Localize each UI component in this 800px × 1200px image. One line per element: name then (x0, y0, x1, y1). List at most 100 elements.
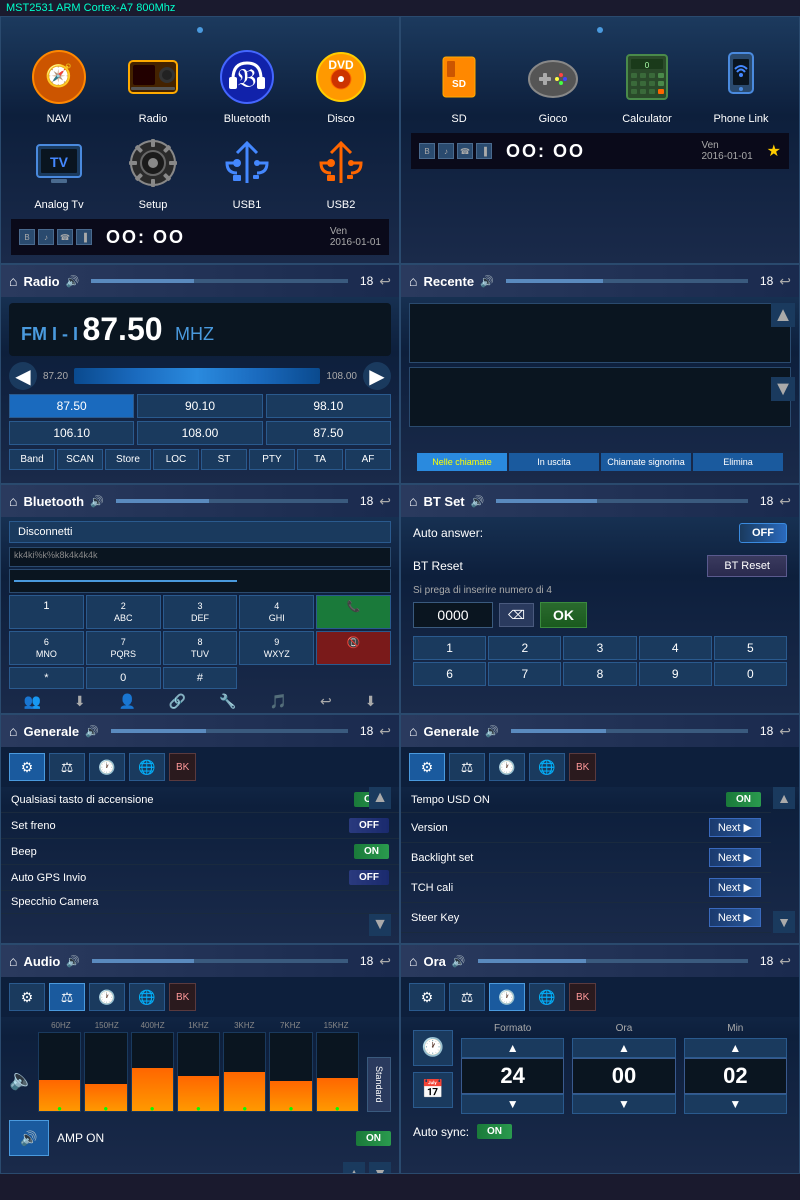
recente-home-icon[interactable]: ⌂ (409, 273, 417, 289)
btset-pin-box[interactable]: 0000 (413, 602, 493, 628)
radio-preset-5[interactable]: 87.50 (266, 421, 391, 445)
radio-loc-btn[interactable]: LOC (153, 449, 199, 470)
ora-hora-down[interactable]: ▼ (572, 1094, 675, 1114)
app-usb2[interactable]: USB2 (297, 131, 385, 211)
bt-key-star[interactable]: * (9, 667, 84, 689)
recente-nav-down[interactable]: ▼ (771, 377, 795, 401)
ora-tab-eq[interactable]: ⚖ (449, 983, 485, 1011)
btset-num-9[interactable]: 9 (639, 662, 712, 686)
bt-key-9[interactable]: 9WXYZ (239, 631, 314, 665)
gen-left-tab-globe[interactable]: 🌐 (129, 753, 165, 781)
audio-home-icon[interactable]: ⌂ (9, 953, 17, 969)
gen-left-tab-eq[interactable]: ⚖ (49, 753, 85, 781)
ora-volume-icon[interactable]: 🔊 (452, 955, 466, 968)
recente-tab-uscita[interactable]: In uscita (509, 453, 599, 471)
btset-reset-btn[interactable]: BT Reset (707, 555, 787, 577)
app-radio[interactable]: Radio (109, 45, 197, 125)
gen-right-next-backlight[interactable]: Next ▶ (709, 848, 761, 867)
app-usb1[interactable]: USB1 (203, 131, 291, 211)
gen-right-back-icon[interactable]: ↩ (779, 723, 791, 740)
bt-icon-wrench[interactable]: 🔧 (219, 693, 236, 710)
btset-num-6[interactable]: 6 (413, 662, 486, 686)
eq-slider-5[interactable]: ● (269, 1032, 312, 1112)
radio-preset-3[interactable]: 106.10 (9, 421, 134, 445)
gen-right-next-version[interactable]: Next ▶ (709, 818, 761, 837)
gen-left-tab-clock[interactable]: 🕐 (89, 753, 125, 781)
app-navi[interactable]: 🧭 NAVI (15, 45, 103, 125)
eq-standard-btn[interactable]: Standard (367, 1057, 391, 1112)
ora-auto-sync-toggle[interactable]: ON (477, 1124, 512, 1139)
bt-icon-person[interactable]: 👤 (119, 693, 136, 710)
audio-volume-slider[interactable] (92, 959, 348, 963)
radio-ta-btn[interactable]: TA (297, 449, 343, 470)
ora-tab-globe[interactable]: 🌐 (529, 983, 565, 1011)
audio-tab-clock[interactable]: 🕐 (89, 983, 125, 1011)
gen-right-next-steer[interactable]: Next ▶ (709, 908, 761, 927)
audio-scroll-down[interactable]: ▼ (369, 1162, 391, 1174)
gen-left-toggle-2[interactable]: ON (354, 844, 389, 859)
ora-tab-clock[interactable]: 🕐 (489, 983, 525, 1011)
radio-preset-0[interactable]: 87.50 (9, 394, 134, 418)
ora-hora-up[interactable]: ▲ (572, 1038, 675, 1058)
gen-left-vol-icon[interactable]: 🔊 (85, 725, 99, 738)
bt-text-input[interactable] (9, 569, 391, 593)
eq-slider-0[interactable]: ● (38, 1032, 81, 1112)
gen-left-tab-bk[interactable]: BK (169, 753, 196, 781)
gen-right-scroll-down[interactable]: ▼ (773, 911, 795, 933)
bt-icon-download[interactable]: ⬇ (365, 693, 377, 710)
bt-icon-back[interactable]: ↩ (320, 693, 332, 710)
bt-key-hash[interactable]: # (163, 667, 238, 689)
btset-num-4[interactable]: 4 (639, 636, 712, 660)
radio-store-btn[interactable]: Store (105, 449, 151, 470)
ora-min-down[interactable]: ▼ (684, 1094, 787, 1114)
gen-left-back-icon[interactable]: ↩ (379, 723, 391, 740)
audio-back-icon[interactable]: ↩ (379, 953, 391, 970)
bt-icon-link[interactable]: 🔗 (169, 693, 186, 710)
bt-key-8[interactable]: 8TUV (163, 631, 238, 665)
recente-nav-up[interactable]: ▲ (771, 303, 795, 327)
bt-key-4[interactable]: 4GHI (239, 595, 314, 629)
app-sd[interactable]: SD SD (415, 45, 503, 125)
eq-slider-4[interactable]: ● (223, 1032, 266, 1112)
radio-af-btn[interactable]: AF (345, 449, 391, 470)
radio-volume-slider[interactable] (91, 279, 348, 283)
ora-clock-btn[interactable]: 🕐 (413, 1030, 453, 1066)
gen-right-next-tch[interactable]: Next ▶ (709, 878, 761, 897)
amp-toggle[interactable]: ON (356, 1131, 391, 1146)
gen-left-tab-settings[interactable]: ⚙ (9, 753, 45, 781)
bt-key-0[interactable]: 0 (86, 667, 161, 689)
recente-tab-nelle[interactable]: Nelle chiamate (417, 453, 507, 471)
recente-tab-signorina[interactable]: Chiamate signorina (601, 453, 691, 471)
radio-preset-1[interactable]: 90.10 (137, 394, 262, 418)
radio-preset-4[interactable]: 108.00 (137, 421, 262, 445)
ora-formato-down[interactable]: ▼ (461, 1094, 564, 1114)
audio-scroll-up[interactable]: ▲ (343, 1162, 365, 1174)
btset-volume-slider[interactable] (496, 499, 748, 503)
radio-pty-btn[interactable]: PTY (249, 449, 295, 470)
radio-st-btn[interactable]: ST (201, 449, 247, 470)
gen-left-vol-slider[interactable] (111, 729, 348, 733)
bt-key-2[interactable]: 2ABC (86, 595, 161, 629)
gen-right-tab-bk[interactable]: BK (569, 753, 596, 781)
gen-right-tab-eq[interactable]: ⚖ (449, 753, 485, 781)
btset-num-3[interactable]: 3 (563, 636, 636, 660)
radio-home-icon[interactable]: ⌂ (9, 273, 17, 289)
gen-right-tab-globe[interactable]: 🌐 (529, 753, 565, 781)
eq-slider-3[interactable]: ● (177, 1032, 220, 1112)
gen-left-scroll-down[interactable]: ▼ (369, 914, 391, 936)
recente-volume-slider[interactable] (506, 279, 748, 283)
gen-right-tab-clock[interactable]: 🕐 (489, 753, 525, 781)
gen-right-vol-slider[interactable] (511, 729, 748, 733)
app-disco[interactable]: DVD Disco (297, 45, 385, 125)
audio-tab-eq[interactable]: ⚖ (49, 983, 85, 1011)
btset-volume-icon[interactable]: 🔊 (471, 495, 485, 508)
audio-volume-icon[interactable]: 🔊 (66, 955, 80, 968)
radio-back-icon[interactable]: ↩ (379, 273, 391, 290)
ora-calendar-btn[interactable]: 📅 (413, 1072, 453, 1108)
app-gioco[interactable]: Gioco (509, 45, 597, 125)
ora-tab-settings[interactable]: ⚙ (409, 983, 445, 1011)
gen-right-vol-icon[interactable]: 🔊 (485, 725, 499, 738)
app-setup[interactable]: Setup (109, 131, 197, 211)
btset-home-icon[interactable]: ⌂ (409, 493, 417, 509)
gen-left-scroll-up[interactable]: ▲ (369, 787, 391, 809)
